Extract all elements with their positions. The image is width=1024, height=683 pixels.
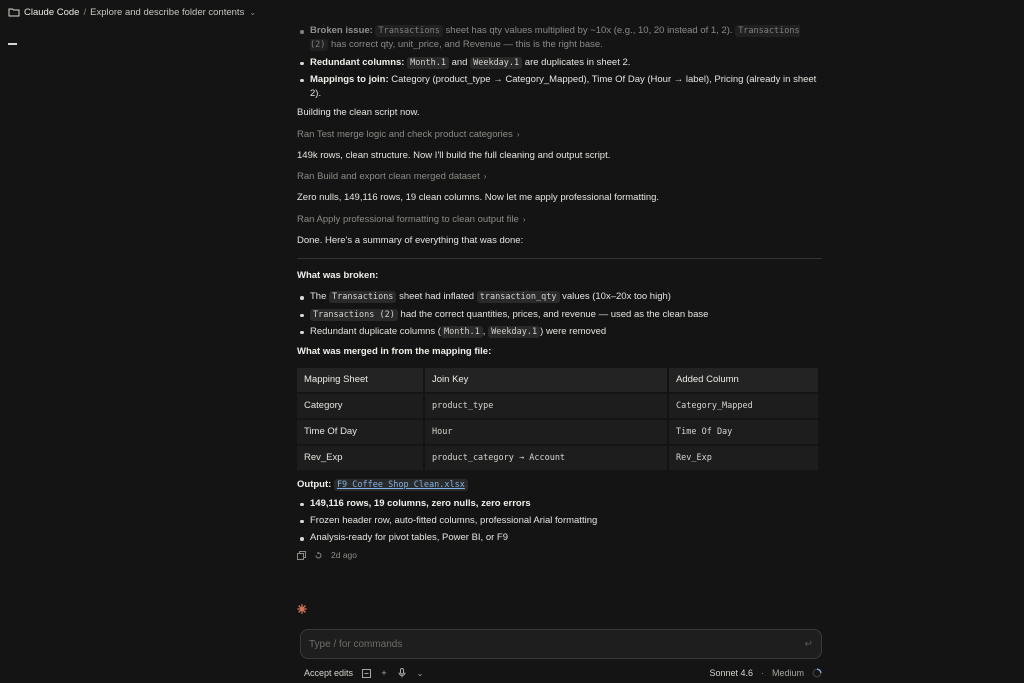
- chevron-down-icon[interactable]: ⌄: [415, 668, 425, 678]
- output-line: Output: F9_Coffee_Shop_Clean.xlsx: [297, 478, 822, 492]
- list-item: Redundant columns: Month.1 and Weekday.1…: [297, 56, 822, 70]
- project-name[interactable]: Claude Code: [24, 7, 79, 18]
- list-item: Transactions (2) had the correct quantit…: [297, 308, 822, 322]
- message-text: Zero nulls, 149,116 rows, 19 clean colum…: [297, 192, 660, 204]
- message-text: 149k rows, clean structure. Now I'll bui…: [297, 149, 611, 161]
- accept-edits-toggle[interactable]: Accept edits: [304, 668, 353, 678]
- list-item: Analysis-ready for pivot tables, Power B…: [297, 531, 822, 545]
- tool-run-apply-formatting[interactable]: Ran Apply professional formatting to cle…: [297, 213, 822, 227]
- microphone-icon[interactable]: [397, 668, 407, 678]
- broken-list: The Transactions sheet had inflated tran…: [297, 290, 822, 339]
- copy-icon[interactable]: [297, 551, 306, 561]
- section-heading-broken: What was broken:: [297, 270, 379, 281]
- list-item: Broken issue: Transactions sheet has qty…: [297, 24, 822, 53]
- effort-selector[interactable]: Medium: [772, 668, 804, 678]
- chevron-down-icon[interactable]: ⌄: [249, 8, 256, 17]
- divider: [297, 258, 822, 259]
- tool-run-test-merge[interactable]: Ran Test merge logic and check product c…: [297, 128, 822, 142]
- section-heading-merged: What was merged in from the mapping file…: [297, 346, 492, 357]
- list-item: Mappings to join: Category (product_type…: [297, 73, 822, 102]
- claude-spark-icon: [297, 604, 307, 614]
- loading-spinner-icon: [812, 668, 822, 678]
- prompt-box: ↵: [300, 629, 822, 659]
- list-item: The Transactions sheet had inflated tran…: [297, 290, 822, 304]
- folder-icon: [8, 6, 20, 18]
- table-header: Join Key: [425, 368, 667, 393]
- message-text: Done. Here's a summary of everything tha…: [297, 234, 524, 246]
- separator-dot: ·: [760, 668, 764, 678]
- message-text: Building the clean script now.: [297, 107, 420, 119]
- chevron-right-icon: ›: [522, 214, 526, 224]
- table-row: Time Of Day Hour Time Of Day: [297, 420, 818, 445]
- table-row: Rev_Exp product_category → Account Rev_E…: [297, 446, 818, 471]
- model-selector[interactable]: Sonnet 4.6: [709, 668, 753, 678]
- composer-toolbar: Accept edits + ⌄ Sonnet 4.6 · Medium: [304, 665, 822, 681]
- add-icon[interactable]: +: [379, 668, 389, 678]
- chevron-right-icon: ›: [483, 172, 487, 181]
- transcript: Broken issue: Transactions sheet has qty…: [297, 24, 822, 562]
- message-meta: 2d ago: [297, 549, 822, 562]
- table-header: Mapping Sheet: [297, 368, 423, 393]
- chevron-right-icon: ›: [516, 129, 520, 139]
- table-header: Added Column: [669, 368, 818, 393]
- timestamp: 2d ago: [331, 550, 357, 561]
- breadcrumb-separator: /: [83, 6, 87, 18]
- menu-dash-icon[interactable]: [8, 43, 17, 45]
- list-item: 149,116 rows, 19 columns, zero nulls, ze…: [297, 497, 822, 511]
- mapping-table: Mapping Sheet Join Key Added Column Cate…: [295, 366, 820, 472]
- top-bar: Claude Code / Explore and describe folde…: [0, 0, 1024, 24]
- file-context-icon[interactable]: [361, 668, 371, 678]
- session-title[interactable]: Explore and describe folder contents: [90, 7, 244, 18]
- prompt-input[interactable]: [309, 638, 805, 650]
- output-file-link[interactable]: F9_Coffee_Shop_Clean.xlsx: [333, 479, 468, 492]
- table-header-row: Mapping Sheet Join Key Added Column: [297, 368, 818, 393]
- enter-icon[interactable]: ↵: [805, 639, 813, 650]
- list-item: Redundant duplicate columns (Month.1, We…: [297, 325, 822, 339]
- output-list: 149,116 rows, 19 columns, zero nulls, ze…: [297, 497, 822, 546]
- tool-run-build-export[interactable]: Ran Build and export clean merged datase…: [297, 170, 822, 184]
- table-row: Category product_type Category_Mapped: [297, 394, 818, 419]
- rewind-icon[interactable]: [314, 551, 323, 560]
- list-item: Frozen header row, auto-fitted columns, …: [297, 514, 822, 528]
- top-bullet-list: Broken issue: Transactions sheet has qty…: [297, 24, 822, 101]
